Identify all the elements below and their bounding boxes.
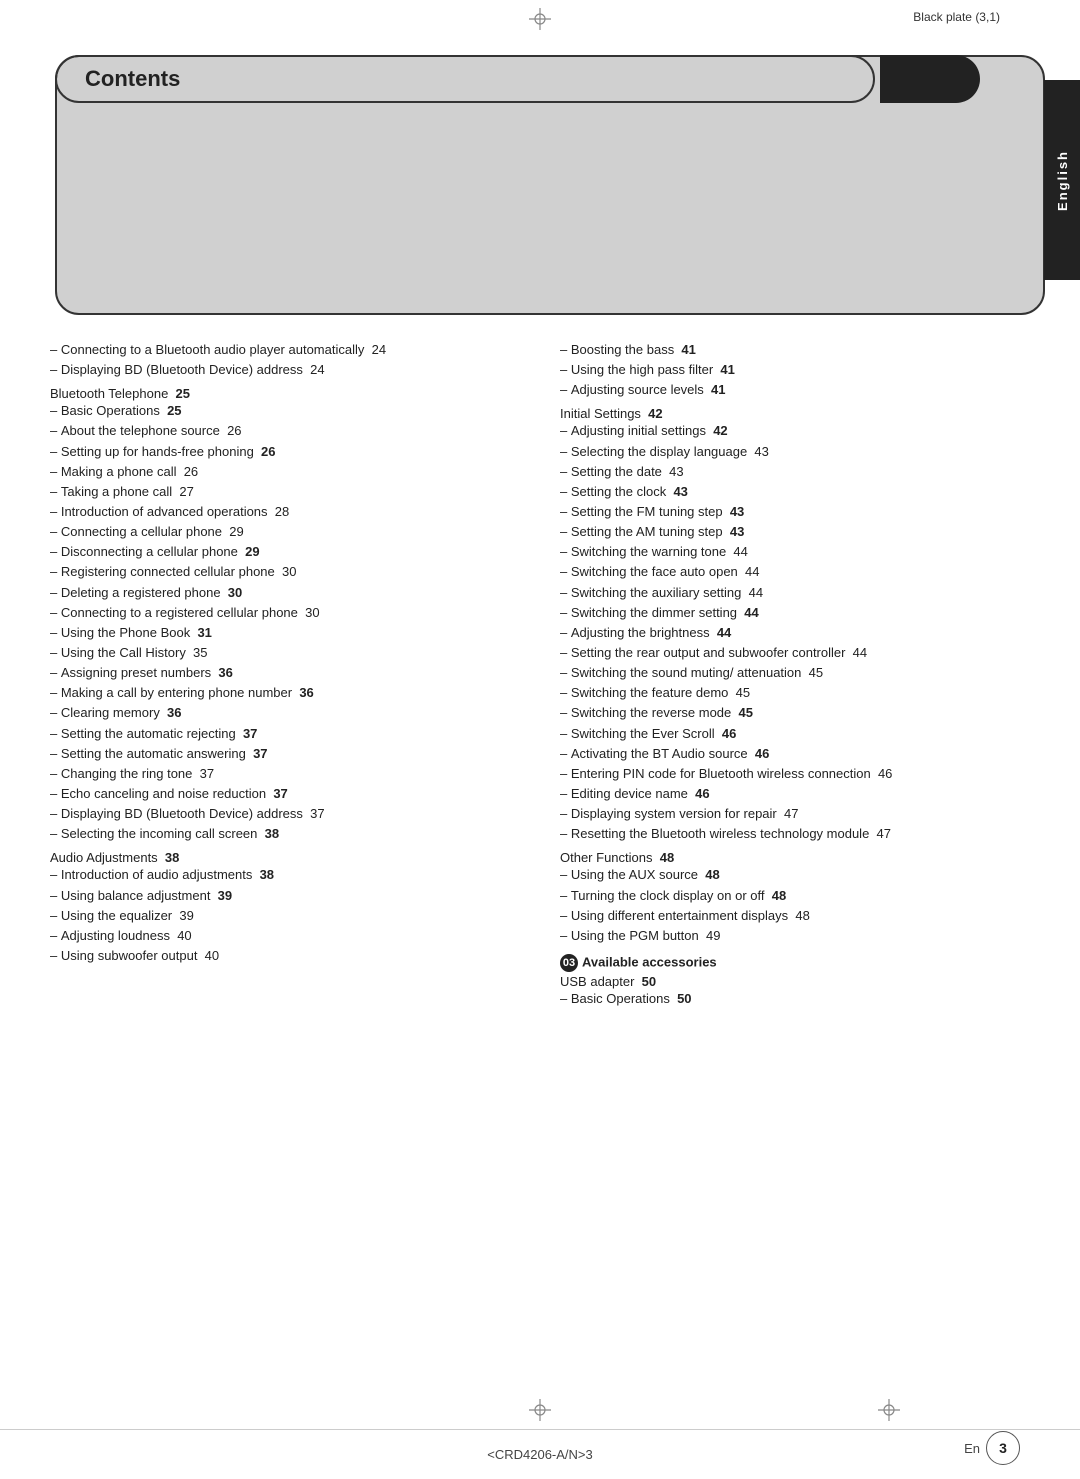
toc-entry: – Setting the date 43 <box>560 462 1030 482</box>
toc-entry: – Connecting a cellular phone 29 <box>50 522 520 542</box>
toc-entry: – Displaying BD (Bluetooth Device) addre… <box>50 360 520 380</box>
bottom-bar: <CRD4206-A/N>3 En 3 <box>0 1429 1080 1479</box>
toc-entry: – Editing device name 46 <box>560 784 1030 804</box>
toc-entry: – Setting up for hands-free phoning 26 <box>50 442 520 462</box>
toc-entry: – Basic Operations 25 <box>50 401 520 421</box>
toc-entry: – Entering PIN code for Bluetooth wirele… <box>560 764 1030 784</box>
toc-entry: – Making a phone call 26 <box>50 462 520 482</box>
toc-entry: – Setting the AM tuning step 43 <box>560 522 1030 542</box>
plate-text: Black plate (3,1) <box>913 10 1000 24</box>
toc-entry: – Introduction of audio adjustments 38 <box>50 865 520 885</box>
toc-entry: – Switching the warning tone 44 <box>560 542 1030 562</box>
toc-entry: – Using the Phone Book 31 <box>50 623 520 643</box>
toc-entry: – Using the equalizer 39 <box>50 906 520 926</box>
toc-entry: – Connecting to a registered cellular ph… <box>50 603 520 623</box>
toc-entry: – Echo canceling and noise reduction 37 <box>50 784 520 804</box>
toc-entry: – Using the Call History 35 <box>50 643 520 663</box>
toc-entry: – Setting the FM tuning step 43 <box>560 502 1030 522</box>
toc-entry: – Setting the automatic answering 37 <box>50 744 520 764</box>
bottom-crosshair-icon <box>529 1399 551 1421</box>
toc-entry: – Switching the Ever Scroll 46 <box>560 724 1030 744</box>
toc-entry: – Switching the sound muting/ attenuatio… <box>560 663 1030 683</box>
toc-entry: – Setting the automatic rejecting 37 <box>50 724 520 744</box>
bottom-right-crosshair-icon <box>878 1399 900 1421</box>
toc-entry: – Selecting the incoming call screen 38 <box>50 824 520 844</box>
toc-entry: – Introduction of advanced operations 28 <box>50 502 520 522</box>
toc-entry: – Setting the clock 43 <box>560 482 1030 502</box>
toc-entry: – Changing the ring tone 37 <box>50 764 520 784</box>
page-indicator: En 3 <box>964 1431 1020 1465</box>
toc-entry: – Switching the feature demo 45 <box>560 683 1030 703</box>
toc-entry: – Taking a phone call 27 <box>50 482 520 502</box>
toc-entry: – Selecting the display language 43 <box>560 442 1030 462</box>
toc-entry: – Basic Operations 50 <box>560 989 1030 1009</box>
toc-entry: – About the telephone source 26 <box>50 421 520 441</box>
toc-entry: – Connecting to a Bluetooth audio player… <box>50 340 520 360</box>
toc-entry: – Assigning preset numbers 36 <box>50 663 520 683</box>
toc-entry: – Adjusting loudness 40 <box>50 926 520 946</box>
en-label: En <box>964 1441 980 1456</box>
toc-entry: Initial Settings 42 <box>560 406 1030 421</box>
toc-entry: – Making a call by entering phone number… <box>50 683 520 703</box>
toc-entry: – Using the high pass filter 41 <box>560 360 1030 380</box>
toc-entry: – Setting the rear output and subwoofer … <box>560 643 1030 663</box>
toc-entry: – Resetting the Bluetooth wireless techn… <box>560 824 1030 844</box>
toc-entry: – Switching the reverse mode 45 <box>560 703 1030 723</box>
toc-entry: – Deleting a registered phone 30 <box>50 583 520 603</box>
toc-entry: – Registering connected cellular phone 3… <box>50 562 520 582</box>
toc-content: – Connecting to a Bluetooth audio player… <box>50 340 1030 1419</box>
toc-entry: – Using the PGM button 49 <box>560 926 1030 946</box>
toc-entry: – Switching the auxiliary setting 44 <box>560 583 1030 603</box>
toc-entry: – Using different entertainment displays… <box>560 906 1030 926</box>
toc-entry: – Switching the face auto open 44 <box>560 562 1030 582</box>
toc-entry: – Disconnecting a cellular phone 29 <box>50 542 520 562</box>
toc-entry: – Adjusting initial settings 42 <box>560 421 1030 441</box>
bottom-crosshair <box>529 1399 551 1424</box>
toc-left-column: – Connecting to a Bluetooth audio player… <box>50 340 520 1419</box>
contents-title: Contents <box>85 66 180 92</box>
toc-entry: USB adapter 50 <box>560 974 1030 989</box>
top-crosshair-icon <box>529 8 551 30</box>
toc-entry: – Turning the clock display on or off 48 <box>560 886 1030 906</box>
toc-entry: – Switching the dimmer setting 44 <box>560 603 1030 623</box>
toc-entry: 03Available accessories <box>560 954 1030 972</box>
toc-right-column: – Boosting the bass 41– Using the high p… <box>560 340 1030 1419</box>
contents-header-black-box <box>880 55 980 103</box>
toc-entry: – Using subwoofer output 40 <box>50 946 520 966</box>
toc-entry: – Using the AUX source 48 <box>560 865 1030 885</box>
toc-entry: – Activating the BT Audio source 46 <box>560 744 1030 764</box>
toc-entry: – Adjusting source levels 41 <box>560 380 1030 400</box>
toc-entry: – Boosting the bass 41 <box>560 340 1030 360</box>
english-tab-label: English <box>1055 150 1070 211</box>
toc-entry: – Displaying system version for repair 4… <box>560 804 1030 824</box>
toc-entry: Bluetooth Telephone 25 <box>50 386 520 401</box>
contents-header: Contents <box>55 55 875 103</box>
toc-entry: Audio Adjustments 38 <box>50 850 520 865</box>
toc-entry: Other Functions 48 <box>560 850 1030 865</box>
toc-entry: – Adjusting the brightness 44 <box>560 623 1030 643</box>
toc-entry: – Displaying BD (Bluetooth Device) addre… <box>50 804 520 824</box>
toc-entry: – Clearing memory 36 <box>50 703 520 723</box>
toc-entry: – Using balance adjustment 39 <box>50 886 520 906</box>
english-tab: English <box>1044 80 1080 280</box>
page-number: 3 <box>986 1431 1020 1465</box>
bottom-right-crosshair <box>878 1399 900 1424</box>
bottom-code: <CRD4206-A/N>3 <box>487 1447 593 1462</box>
